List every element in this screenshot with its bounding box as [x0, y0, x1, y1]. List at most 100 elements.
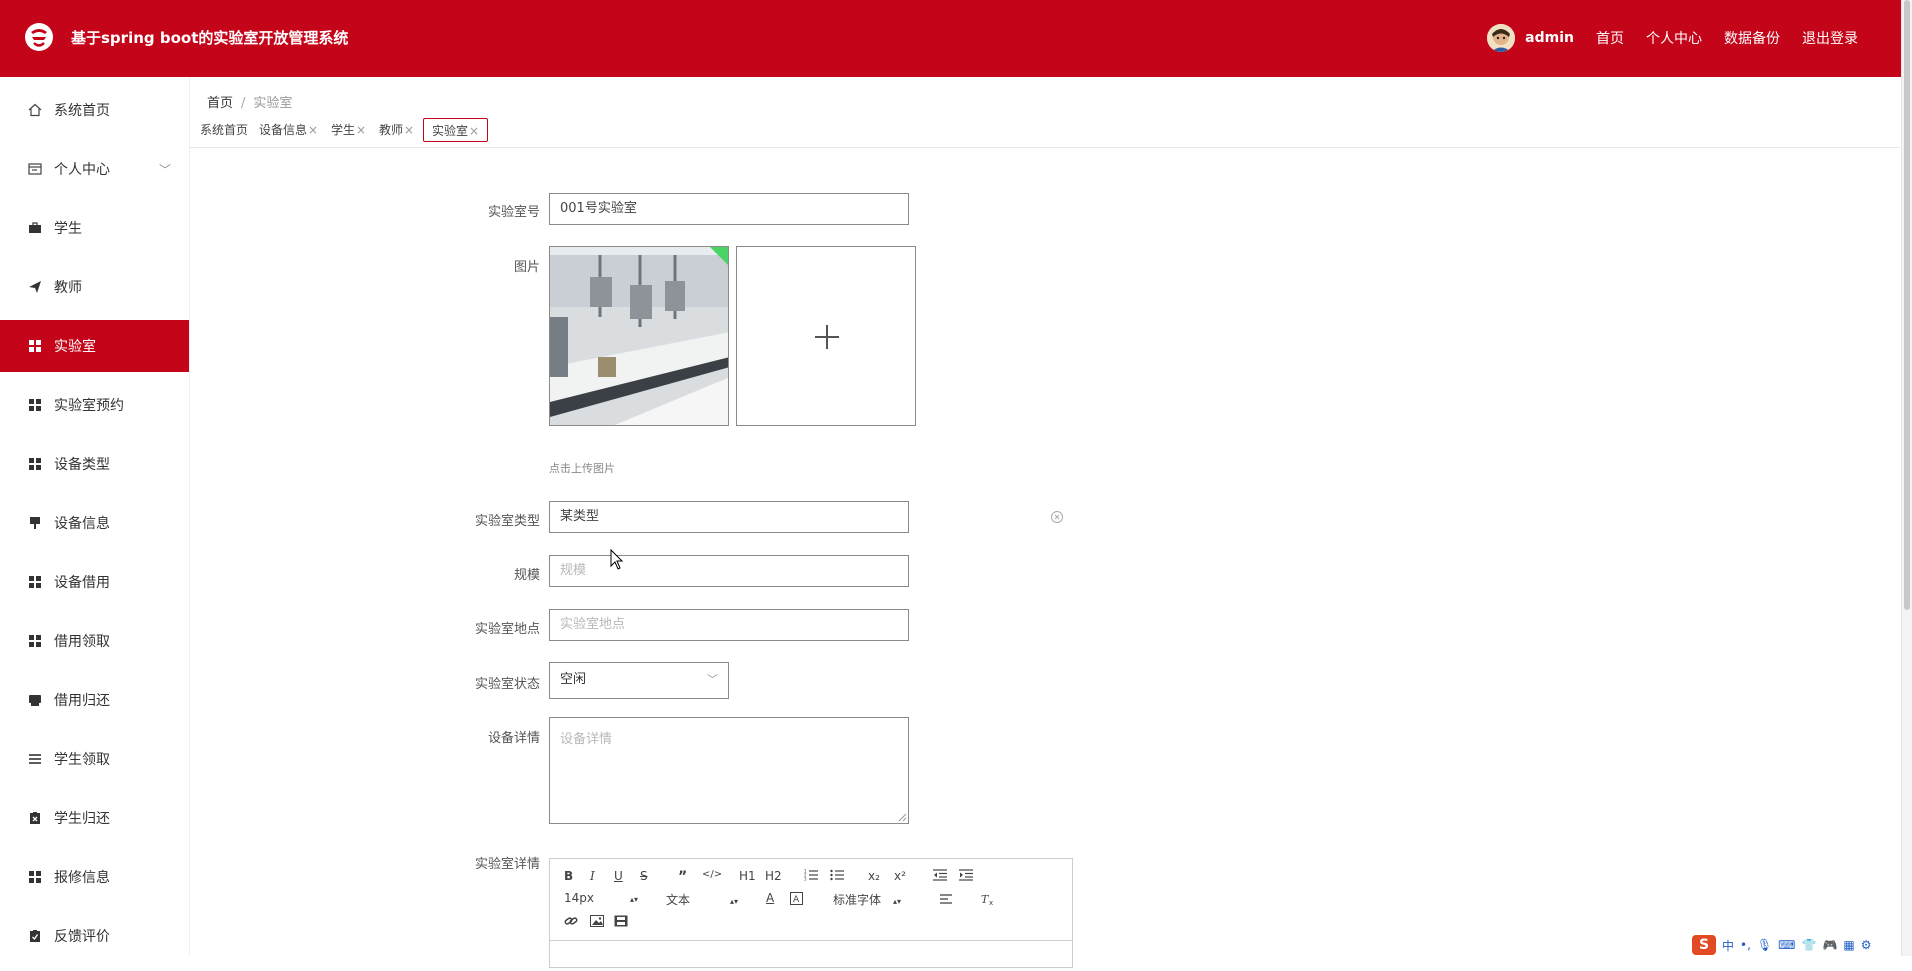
tag-student[interactable]: 学生×	[323, 118, 374, 142]
svg-text:3: 3	[804, 877, 807, 882]
microphone-icon[interactable]: 🎙	[1757, 938, 1772, 952]
keyboard-icon[interactable]: ⌨	[1778, 938, 1795, 952]
align-icon[interactable]	[940, 893, 954, 905]
breadcrumb-home[interactable]: 首页	[207, 96, 233, 111]
lab-type-label: 实验室类型	[474, 514, 540, 529]
punctuation-icon[interactable]: •,	[1740, 938, 1751, 952]
ordered-list-icon[interactable]: 123	[804, 869, 818, 881]
sidebar-item-student-return[interactable]: 学生归还	[0, 792, 189, 844]
font-color-icon[interactable]: A	[766, 891, 774, 905]
sidebar-item-lab-booking[interactable]: 实验室预约	[0, 379, 189, 431]
sidebar-item-student[interactable]: 学生	[0, 202, 189, 254]
close-icon[interactable]: ×	[308, 123, 318, 137]
sidebar-item-borrow-return[interactable]: 借用归还	[0, 674, 189, 726]
svg-text:x: x	[989, 899, 993, 905]
sidebar-item-teacher[interactable]: 教师	[0, 261, 189, 313]
sidebar-item-profile[interactable]: 个人中心 ﹀	[0, 143, 189, 195]
clear-format-icon[interactable]: Tx	[981, 893, 995, 905]
nav-logout-link[interactable]: 退出登录	[1802, 28, 1858, 48]
home-icon	[28, 103, 42, 117]
shirt-icon[interactable]: 👕	[1801, 938, 1816, 952]
settings-gear-icon[interactable]: ⚙	[1861, 938, 1872, 952]
page-scrollbar[interactable]	[1901, 0, 1912, 956]
subscript-button[interactable]: x₂	[868, 869, 880, 883]
bold-button[interactable]: B	[564, 869, 573, 883]
breadcrumb-separator: /	[241, 96, 246, 111]
close-icon[interactable]: ×	[469, 124, 479, 138]
scrollbar-thumb[interactable]	[1904, 0, 1910, 610]
sidebar-item-borrow-pickup[interactable]: 借用领取	[0, 615, 189, 667]
nav-backup-link[interactable]: 数据备份	[1724, 28, 1780, 48]
header-nav: admin 首页 个人中心 数据备份 退出登录	[1487, 24, 1858, 52]
clear-circle-icon[interactable]	[1050, 510, 1064, 524]
outdent-icon[interactable]	[933, 869, 947, 881]
tag-label: 教师	[379, 123, 404, 137]
sidebar-item-label: 学生领取	[54, 752, 110, 768]
nav-home-link[interactable]: 首页	[1596, 28, 1624, 48]
font-size-select[interactable]: 14px ▴▾	[564, 891, 638, 905]
uploaded-lab-image[interactable]	[549, 246, 729, 426]
grid-icon	[28, 398, 42, 412]
lab-type-input[interactable]: 某类型	[549, 501, 909, 533]
nav-profile-link[interactable]: 个人中心	[1646, 28, 1702, 48]
gamepad-icon[interactable]: 🎮	[1822, 938, 1837, 952]
sidebar-item-equipment-info[interactable]: 设备信息	[0, 497, 189, 549]
sidebar-item-lab[interactable]: 实验室	[0, 320, 189, 372]
blockquote-button[interactable]: ”	[678, 869, 687, 885]
tag-lab[interactable]: 实验室×	[423, 118, 489, 142]
sidebar-item-label: 教师	[54, 280, 82, 296]
scale-input[interactable]: 规模	[549, 555, 909, 587]
grid-icon	[28, 457, 42, 471]
resize-handle-icon[interactable]	[897, 812, 907, 822]
code-block-button[interactable]: </>	[702, 869, 722, 880]
clipboard-x-icon	[28, 811, 42, 825]
font-family-select[interactable]: 标准字体 ▴▾	[833, 891, 901, 908]
sidebar-item-home[interactable]: 系统首页	[0, 84, 189, 136]
font-size-value: 14px	[564, 891, 594, 905]
ime-mode-toggle[interactable]: 中	[1722, 937, 1734, 954]
video-icon[interactable]	[614, 915, 628, 927]
briefcase-icon	[28, 221, 42, 235]
image-icon[interactable]	[590, 915, 604, 927]
tag-home[interactable]: 系统首页	[192, 118, 256, 142]
list-icon	[28, 752, 42, 766]
superscript-button[interactable]: x²	[894, 869, 906, 883]
font-family-value: 标准字体	[833, 893, 882, 907]
sidebar-item-label: 设备信息	[54, 516, 110, 532]
bullet-list-icon[interactable]	[830, 869, 844, 881]
apps-grid-icon[interactable]: ▦	[1843, 938, 1854, 952]
tag-equipment-info[interactable]: 设备信息×	[251, 118, 326, 142]
h2-button[interactable]: H2	[765, 869, 782, 883]
sidebar-item-student-pickup[interactable]: 学生领取	[0, 733, 189, 785]
sidebar-item-equipment-type[interactable]: 设备类型	[0, 438, 189, 490]
h1-button[interactable]: H1	[739, 869, 756, 883]
paper-plane-icon	[28, 280, 42, 294]
tag-teacher[interactable]: 教师×	[371, 118, 422, 142]
sidebar-item-feedback[interactable]: 反馈评价	[0, 910, 189, 962]
sidebar-item-repair[interactable]: 报修信息	[0, 851, 189, 903]
close-icon[interactable]: ×	[404, 123, 414, 137]
strike-button[interactable]: S	[640, 869, 648, 883]
close-icon[interactable]: ×	[356, 123, 366, 137]
lab-no-input[interactable]: 001号实验室	[549, 193, 909, 225]
avatar[interactable]	[1487, 24, 1516, 52]
location-input[interactable]: 实验室地点	[549, 609, 909, 641]
equipment-textarea[interactable]: 设备详情	[549, 717, 909, 824]
header-select[interactable]: 文本 ▴▾	[666, 891, 738, 908]
italic-button[interactable]: I	[590, 869, 595, 883]
indent-icon[interactable]	[959, 869, 973, 881]
link-icon[interactable]	[564, 915, 578, 927]
sidebar-item-label: 个人中心	[54, 162, 110, 178]
breadcrumb: 首页 / 实验室	[207, 92, 292, 111]
background-color-icon[interactable]: A	[790, 892, 803, 905]
status-select-value: 空闲	[560, 672, 587, 687]
current-user-name[interactable]: admin	[1525, 30, 1574, 46]
rich-text-editor: B I U S ” </> H1 H2 123 x₂ x² 14px ▴▾ 文本 ▴…	[549, 858, 1073, 968]
underline-button[interactable]: U	[614, 869, 623, 883]
sidebar-item-equipment-borrow[interactable]: 设备借用	[0, 556, 189, 608]
status-select[interactable]: 空闲 ﹀	[549, 662, 729, 699]
grid-icon	[28, 634, 42, 648]
sogou-logo-icon[interactable]: S	[1692, 935, 1716, 955]
upload-image-button[interactable]	[736, 246, 916, 426]
lab-photo-icon	[550, 247, 728, 425]
